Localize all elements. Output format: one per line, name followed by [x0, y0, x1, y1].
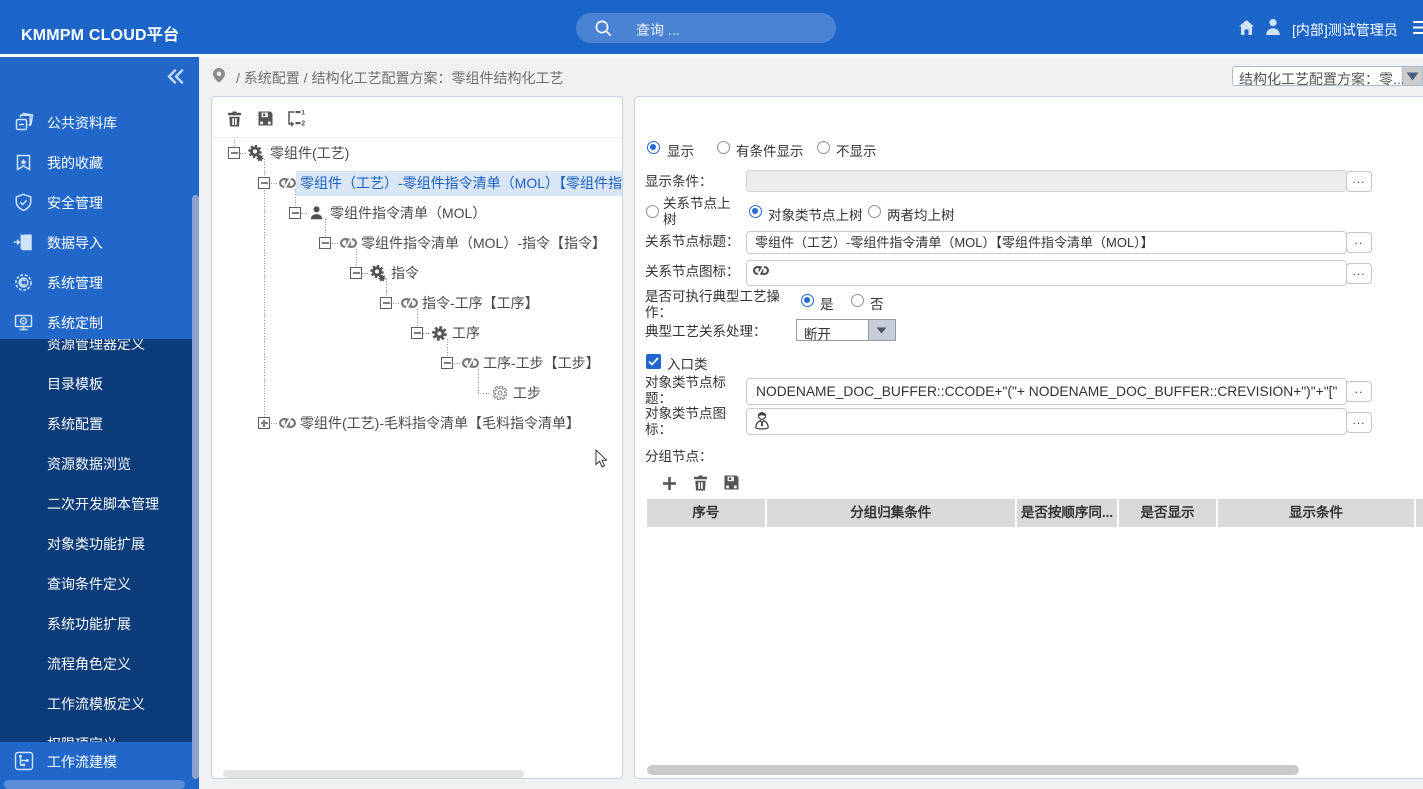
svg-text:2: 2 — [301, 121, 305, 127]
svg-text:1: 1 — [301, 110, 305, 116]
